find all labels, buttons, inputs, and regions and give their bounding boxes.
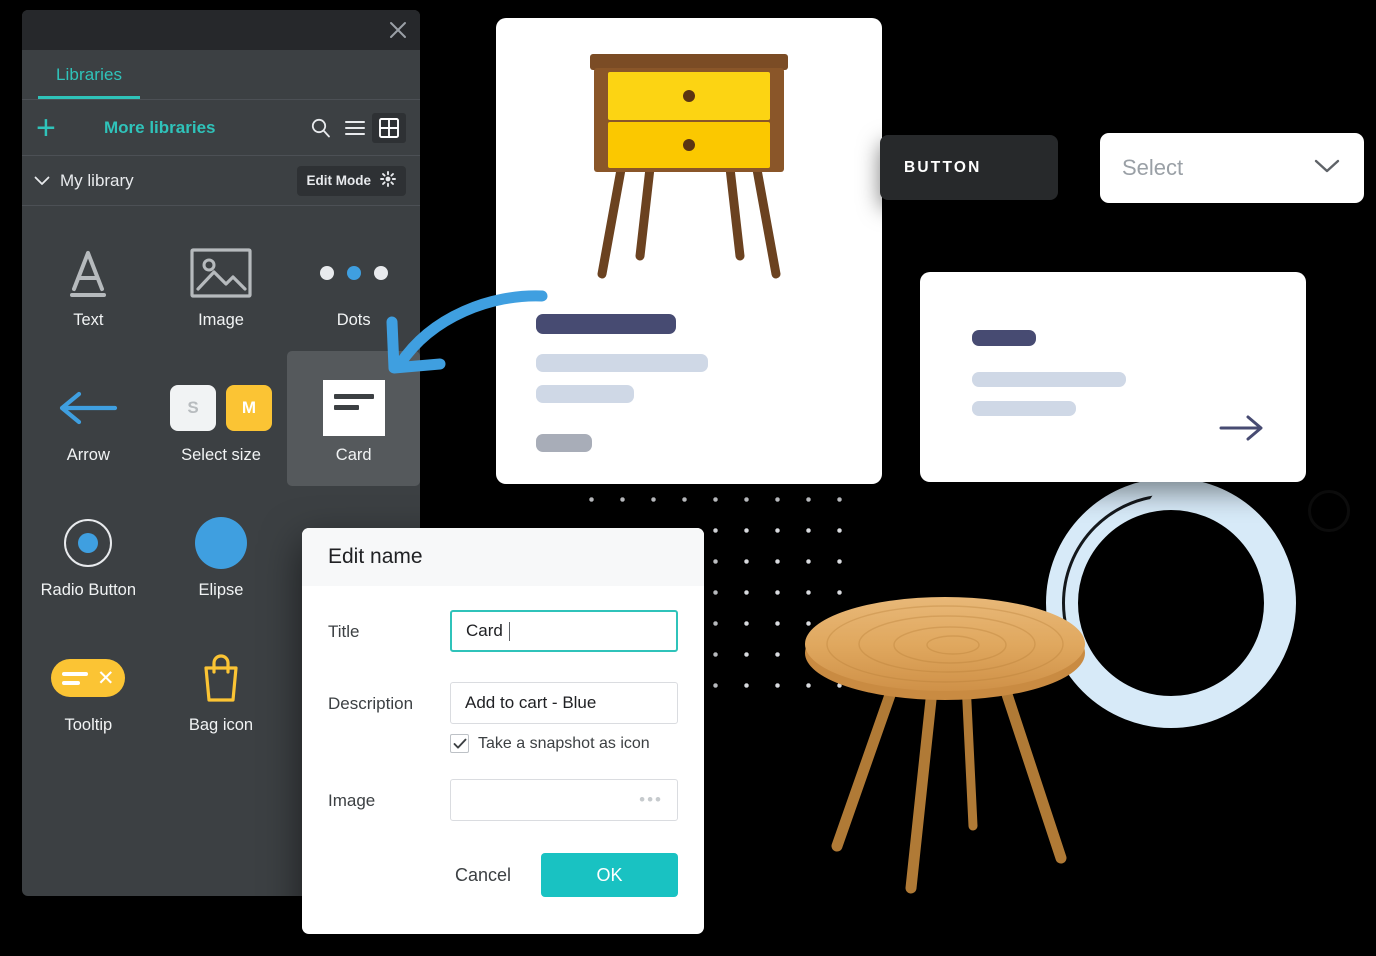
product-title-placeholder	[536, 314, 676, 334]
library-item-label: Bag icon	[188, 716, 254, 734]
my-library-label: My library	[60, 170, 134, 190]
library-item-arrow[interactable]: Arrow	[22, 351, 155, 486]
button-widget[interactable]: BUTTON	[880, 135, 1058, 200]
chevron-down-icon[interactable]	[34, 176, 56, 186]
round-wooden-table-photo	[805, 597, 1085, 894]
library-item-label: Text	[73, 311, 104, 329]
library-item-tooltip[interactable]: ✕ Tooltip	[22, 621, 155, 756]
edit-mode-label: Edit Mode	[306, 173, 372, 188]
arrow-left-icon	[57, 372, 119, 444]
size-toggle-icon: S M	[169, 372, 272, 444]
library-item-select-size[interactable]: S M Select size	[155, 351, 288, 486]
ok-button[interactable]: OK	[541, 853, 678, 897]
search-icon[interactable]	[304, 113, 338, 143]
snapshot-checkbox[interactable]	[450, 734, 469, 753]
text-caret	[508, 621, 510, 641]
arrow-right-icon[interactable]	[1218, 413, 1266, 448]
library-item-text[interactable]: Text	[22, 216, 155, 351]
info-text-placeholder-1	[972, 372, 1126, 387]
library-item-elipse[interactable]: Elipse	[155, 486, 288, 621]
cancel-button[interactable]: Cancel	[441, 857, 525, 894]
image-browse-button[interactable]: •••	[639, 790, 663, 810]
description-input[interactable]: Add to cart - Blue	[450, 682, 678, 724]
library-item-label: Dots	[336, 311, 371, 329]
more-libraries-link[interactable]: More libraries	[104, 118, 304, 138]
snapshot-checkbox-label: Take a snapshot as icon	[478, 734, 650, 752]
library-item-label: Arrow	[66, 446, 110, 464]
gear-icon	[380, 171, 396, 190]
dialog-actions: Cancel OK	[302, 827, 704, 897]
panel-tabs: Libraries	[22, 50, 420, 100]
snapshot-checkbox-row[interactable]: Take a snapshot as icon	[450, 734, 678, 753]
info-text-placeholder-2	[972, 401, 1076, 416]
tooltip-icon: ✕	[51, 642, 126, 714]
my-library-section: My library Edit Mode	[22, 156, 420, 206]
size-option-medium[interactable]: M	[225, 385, 272, 431]
title-field-label: Title	[328, 622, 360, 641]
edit-name-dialog: Edit name Title Card Description Add to …	[302, 528, 704, 934]
library-item-bag-icon[interactable]: Bag icon	[155, 621, 288, 756]
panel-toolbar: + More libraries	[22, 100, 420, 156]
library-item-label: Select size	[181, 446, 261, 464]
title-input-value: Card	[466, 621, 503, 640]
library-item-label: Radio Button	[40, 581, 137, 599]
image-icon	[189, 237, 253, 309]
description-input-value: Add to cart - Blue	[465, 693, 597, 712]
screen-root: BUTTON Select Libraries + More libraries	[0, 0, 1376, 956]
edit-mode-button[interactable]: Edit Mode	[296, 165, 406, 196]
select-widget[interactable]: Select	[1100, 133, 1364, 203]
library-item-label: Card	[335, 446, 372, 464]
yellow-nightstand-photo	[590, 54, 788, 279]
grid-view-icon[interactable]	[372, 112, 406, 143]
close-icon[interactable]	[386, 18, 410, 42]
image-field-label: Image	[328, 791, 376, 810]
library-item-image[interactable]: Image	[155, 216, 288, 351]
product-card[interactable]	[496, 18, 882, 484]
tab-libraries[interactable]: Libraries	[38, 65, 141, 99]
dialog-body: Title Card Description Add to cart - Blu…	[302, 586, 704, 821]
curved-arrow-annotation	[386, 290, 548, 374]
add-library-button[interactable]: +	[36, 111, 78, 145]
dialog-title: Edit name	[302, 528, 704, 586]
text-a-icon	[60, 237, 116, 309]
ghost-circle-decoration	[1308, 490, 1350, 532]
chevron-down-icon	[1312, 157, 1342, 180]
button-widget-label: BUTTON	[904, 158, 982, 176]
size-option-small[interactable]: S	[169, 385, 216, 431]
description-field-label: Description	[328, 694, 414, 713]
ellipse-icon	[194, 507, 247, 579]
radio-button-icon	[64, 507, 113, 579]
info-title-placeholder	[972, 330, 1036, 346]
list-view-icon[interactable]	[338, 113, 372, 143]
title-input[interactable]: Card	[450, 610, 678, 652]
panel-titlebar	[22, 10, 420, 50]
shopping-bag-icon	[199, 642, 243, 714]
library-item-radio-button[interactable]: Radio Button	[22, 486, 155, 621]
product-text-placeholder-1	[536, 354, 708, 372]
library-item-label: Tooltip	[64, 716, 113, 734]
select-widget-value: Select	[1122, 155, 1184, 180]
library-item-label: Image	[198, 311, 244, 329]
info-card[interactable]	[920, 272, 1306, 482]
library-item-label: Elipse	[198, 581, 244, 599]
image-input[interactable]: •••	[450, 779, 678, 821]
product-price-placeholder	[536, 434, 592, 452]
